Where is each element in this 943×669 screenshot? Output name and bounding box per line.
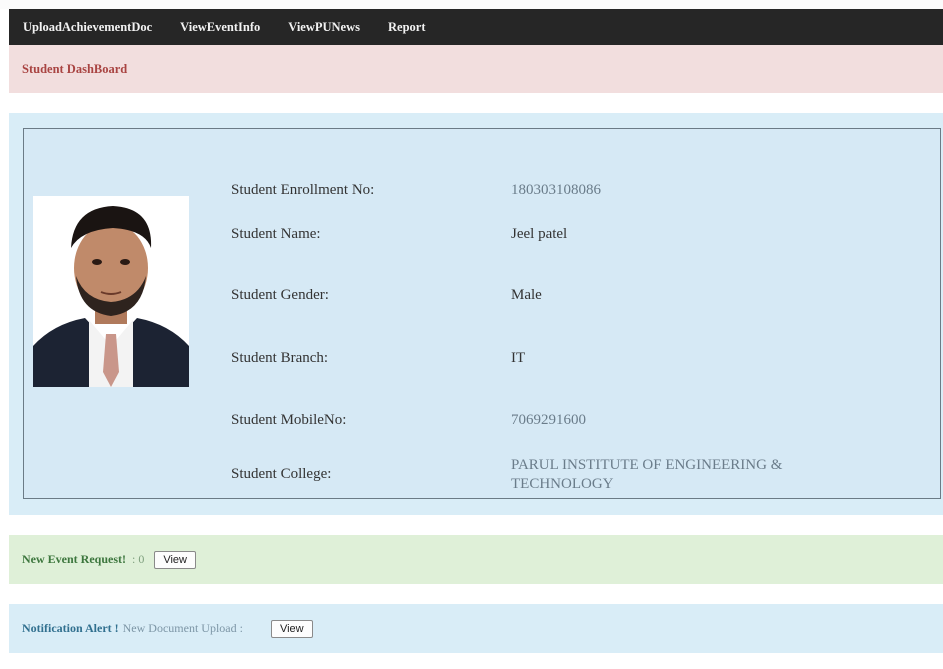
student-gender-label: Student Gender: [231,287,329,303]
notification-sub-label: New Document Upload : [122,621,243,635]
student-photo [33,196,189,387]
dashboard-title: Student DashBoard [22,61,128,76]
student-college-value: PARUL INSTITUTE OF ENGINEERING & TECHNOL… [511,456,782,494]
student-info-box: Student Enrollment No: 180303108086 Stud… [23,128,941,499]
enrollment-no-label: Student Enrollment No: [231,182,375,198]
student-college-value-line1: PARUL INSTITUTE OF ENGINEERING & [511,457,783,473]
student-name-label: Student Name: [231,226,321,242]
student-gender-value: Male [511,287,542,303]
student-portrait-image [33,196,189,387]
notification-label: Notification Alert ! [22,621,119,635]
notification-alert: Notification Alert ! New Document Upload… [9,604,943,653]
student-mobile-value: 7069291600 [511,412,586,428]
student-info-panel: Student Enrollment No: 180303108086 Stud… [9,113,943,515]
dashboard-banner: Student DashBoard [9,45,943,93]
event-request-count: : 0 [132,552,145,566]
student-branch-value: IT [511,350,526,366]
student-name-value: Jeel patel [511,226,568,242]
top-navbar: UploadAchievementDoc ViewEventInfo ViewP… [9,9,943,45]
event-request-alert: New Event Request! : 0 View [9,535,943,584]
event-view-button[interactable]: View [154,550,196,569]
event-request-label: New Event Request! [22,552,126,566]
enrollment-no-value: 180303108086 [511,182,601,198]
student-mobile-label: Student MobileNo: [231,412,347,428]
nav-upload-achievement-doc[interactable]: UploadAchievementDoc [23,20,152,35]
nav-report[interactable]: Report [388,20,426,35]
nav-view-pu-news[interactable]: ViewPUNews [288,20,360,35]
top-strip [0,0,943,9]
student-college-label: Student College: [231,466,332,482]
student-branch-label: Student Branch: [231,350,329,366]
student-college-value-line2: TECHNOLOGY [511,476,614,492]
notification-view-button[interactable]: View [270,619,313,638]
nav-view-event-info[interactable]: ViewEventInfo [180,20,260,35]
